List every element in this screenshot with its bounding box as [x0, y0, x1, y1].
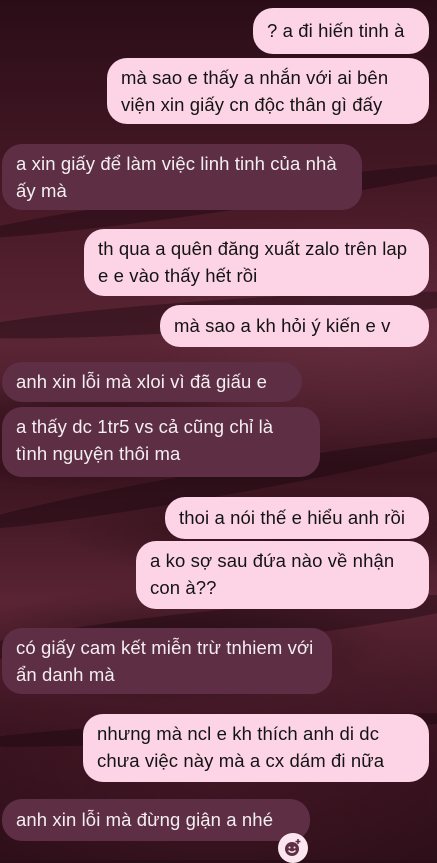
- message-bubble-received[interactable]: anh xin lỗi mà xloi vì đã giấu e: [2, 362, 302, 402]
- message-bubble-sent[interactable]: mà sao a kh hỏi ý kiến e v: [160, 305, 429, 347]
- chat-screen: { "messages": [ {"sender": "me", "text":…: [0, 0, 437, 863]
- message-text: mà sao a kh hỏi ý kiến e v: [174, 315, 391, 336]
- message-text: th qua a quên đăng xuất zalo trên lap e …: [98, 238, 408, 286]
- message-text: có giấy cam kết miễn trừ tnhiem với ẩn d…: [16, 637, 314, 685]
- message-text: a xin giấy để làm việc linh tinh của nhà…: [16, 153, 337, 201]
- message-bubble-received[interactable]: có giấy cam kết miễn trừ tnhiem với ẩn d…: [2, 628, 332, 694]
- message-text: a thấy dc 1tr5 vs cả cũng chỉ là tình ng…: [16, 416, 274, 464]
- message-bubble-sent[interactable]: th qua a quên đăng xuất zalo trên lap e …: [84, 229, 429, 296]
- message-text: ? a đi hiến tinh à: [267, 20, 405, 41]
- message-text: nhưng mà ncl e kh thích anh di dc chưa v…: [97, 723, 385, 771]
- message-bubble-received[interactable]: a thấy dc 1tr5 vs cả cũng chỉ là tình ng…: [2, 407, 320, 477]
- message-bubble-received[interactable]: a xin giấy để làm việc linh tinh của nhà…: [2, 144, 362, 210]
- message-text: anh xin lỗi mà đừng giận a nhé: [16, 809, 274, 830]
- message-text: anh xin lỗi mà xloi vì đã giấu e: [16, 371, 268, 392]
- message-bubble-sent[interactable]: ? a đi hiến tinh à: [253, 8, 429, 54]
- message-text: a ko sợ sau đứa nào về nhận con à??: [150, 550, 395, 598]
- message-text: mà sao e thấy a nhắn với ai bên viện xin…: [121, 67, 389, 115]
- message-bubble-sent[interactable]: thoi a nói thế e hiểu anh rồi: [165, 497, 429, 539]
- message-bubble-sent[interactable]: nhưng mà ncl e kh thích anh di dc chưa v…: [83, 714, 429, 782]
- message-bubble-sent[interactable]: a ko sợ sau đứa nào về nhận con à??: [136, 541, 429, 609]
- message-text: thoi a nói thế e hiểu anh rồi: [179, 507, 406, 528]
- message-bubble-sent[interactable]: mà sao e thấy a nhắn với ai bên viện xin…: [107, 58, 429, 124]
- message-bubble-received[interactable]: anh xin lỗi mà đừng giận a nhé: [2, 799, 310, 841]
- add-reaction-icon: [285, 839, 301, 856]
- add-reaction-button[interactable]: [278, 833, 308, 863]
